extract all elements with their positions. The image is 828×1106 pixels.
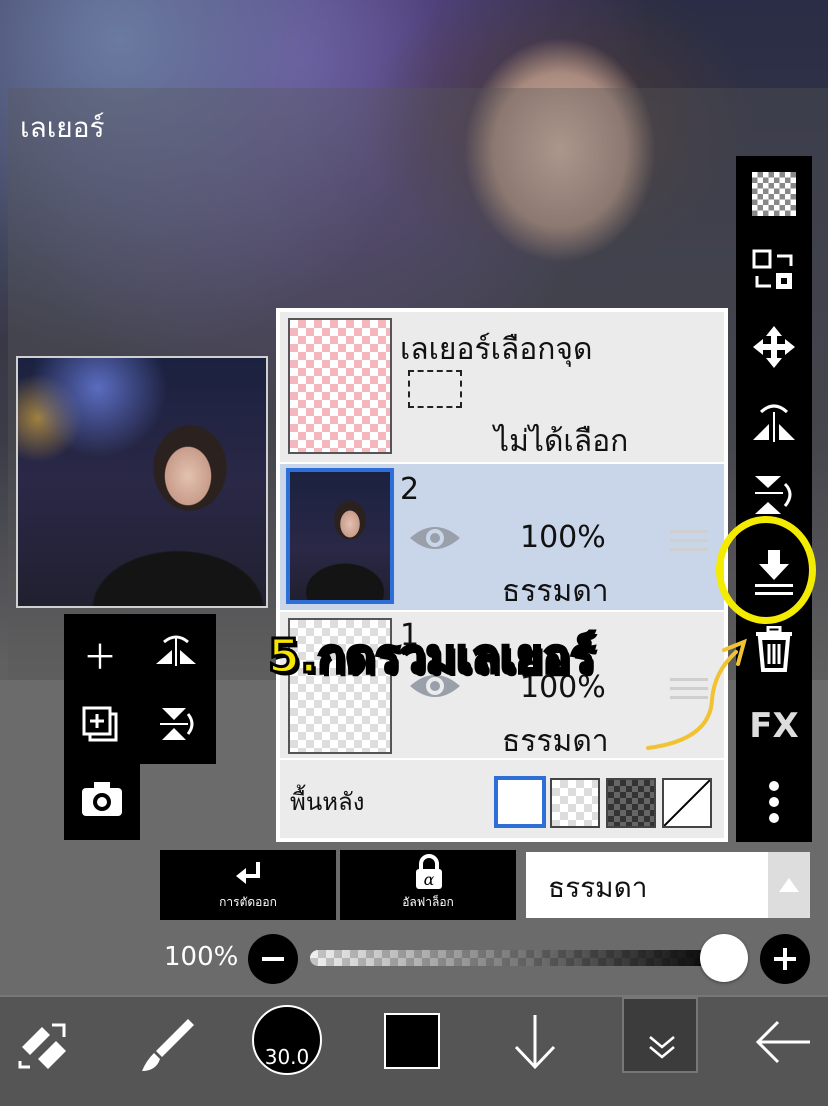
alpha-lock-button[interactable]: α อัลฟาล็อก <box>340 850 516 920</box>
tutorial-arrow-icon <box>646 638 747 750</box>
double-chevron-down-icon <box>649 1036 675 1059</box>
opacity-slider-track[interactable] <box>310 950 730 966</box>
back-arrow-icon[interactable] <box>754 1019 812 1069</box>
layer-1-blend: ธรรมดา <box>502 724 609 759</box>
camera-icon[interactable] <box>72 780 132 827</box>
clipping-arrow-icon <box>236 862 260 884</box>
opacity-value: 100% <box>164 942 239 972</box>
layers-button[interactable] <box>622 997 698 1073</box>
canvas-preview-thumbnail <box>16 356 268 608</box>
brush-icon[interactable] <box>136 1015 196 1079</box>
layer-2-blend: ธรรมดา <box>502 574 609 609</box>
minus-icon <box>262 957 284 961</box>
blend-mode-value: ธรรมดา <box>548 871 648 904</box>
opacity-slider-row: 100% <box>0 930 828 990</box>
eye-icon[interactable] <box>408 522 462 554</box>
brush-size-button[interactable]: 30.0 <box>252 1005 322 1075</box>
selection-marquee-icon <box>408 370 462 408</box>
drag-handle-icon[interactable] <box>670 524 708 557</box>
opacity-decrease-button[interactable] <box>248 934 298 984</box>
svg-text:α: α <box>424 870 435 889</box>
background-row: พื้นหลัง <box>280 760 724 838</box>
layer-dialog-title: เลเยอร์ <box>20 111 105 144</box>
lock-icon: α <box>416 854 442 889</box>
brush-size-value: 30.0 <box>264 1045 310 1069</box>
blend-mode-dropdown[interactable] <box>768 852 810 918</box>
more-menu-icon[interactable] <box>736 780 812 828</box>
tool-switch-icon[interactable] <box>16 1017 72 1077</box>
move-icon[interactable] <box>736 324 812 374</box>
opacity-increase-button[interactable] <box>760 934 810 984</box>
flip-layer-vertical-icon[interactable] <box>736 472 812 522</box>
layer-2-number: 2 <box>400 472 420 507</box>
alpha-lock-label: อัลฟาล็อก <box>402 895 454 909</box>
selection-layer-row[interactable]: เลเยอร์เลือกจุด ไม่ได้เลือก <box>280 312 724 462</box>
layer-2-thumbnail <box>286 468 394 604</box>
background-dark-checker-swatch[interactable] <box>606 778 656 828</box>
blend-mode-select[interactable]: ธรรมดา <box>526 852 810 918</box>
opacity-slider-thumb[interactable] <box>700 934 748 982</box>
selection-layer-status: ไม่ได้เลือก <box>494 424 629 459</box>
selection-layer-thumbnail <box>288 318 392 454</box>
checker-fill-icon[interactable] <box>736 172 812 216</box>
background-transparent-swatch[interactable] <box>550 778 600 828</box>
selection-layer-name: เลเยอร์เลือกจุด <box>400 332 593 367</box>
background-white-swatch[interactable] <box>494 776 546 828</box>
layer-swap-icon[interactable] <box>736 248 812 298</box>
flip-horizontal-icon[interactable] <box>146 632 206 677</box>
clipping-button[interactable]: การตัดออก <box>160 850 336 920</box>
background-label: พื้นหลัง <box>290 788 365 816</box>
bottom-toolbar: 30.0 <box>0 995 828 1106</box>
layer-2-opacity: 100% <box>520 520 606 555</box>
clipping-label: การตัดออก <box>219 895 277 909</box>
add-layer-icon[interactable]: ＋ <box>70 630 130 679</box>
tutorial-step-caption: 5.กดรวมเลเยอร์ <box>267 628 597 685</box>
merge-highlight-circle <box>716 516 816 624</box>
flip-layer-horizontal-icon[interactable] <box>736 398 812 448</box>
color-swatch-button[interactable] <box>384 1013 440 1069</box>
chevron-up-icon <box>779 878 799 892</box>
layers-list-panel: เลเยอร์เลือกจุด ไม่ได้เลือก 2 100% ธรรมด… <box>276 308 728 842</box>
duplicate-layer-icon[interactable] <box>70 704 130 753</box>
arrow-down-icon[interactable] <box>512 1013 558 1075</box>
background-none-swatch[interactable] <box>662 778 712 828</box>
layer-row-2[interactable]: 2 100% ธรรมดา <box>280 464 724 610</box>
flip-vertical-icon[interactable] <box>146 704 206 753</box>
